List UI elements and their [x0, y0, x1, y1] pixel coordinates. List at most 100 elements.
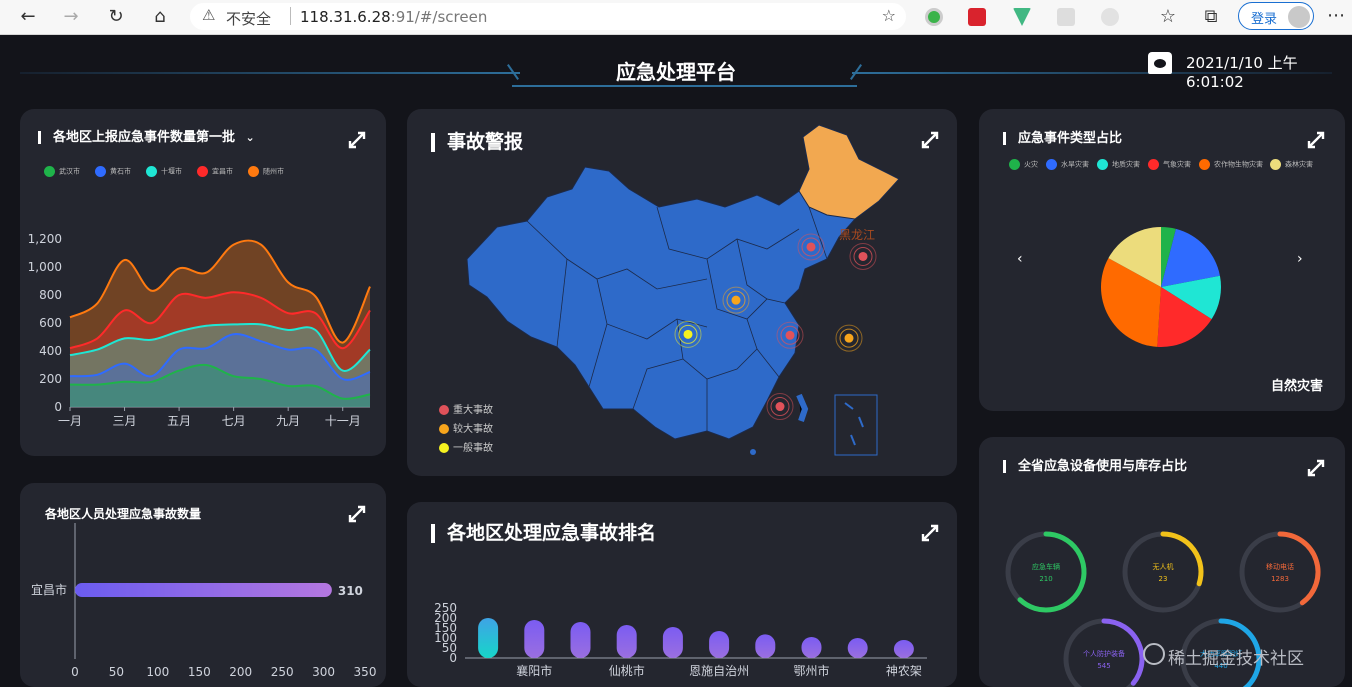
juejin-logo-icon	[1143, 643, 1165, 665]
alert-point	[858, 251, 868, 261]
login-button[interactable]: 登录	[1238, 2, 1314, 30]
address-bar[interactable]: ⚠ 不安全 118.31.6.28:91/#/screen ☆	[190, 3, 906, 30]
back-icon[interactable]: ←	[15, 5, 41, 29]
carousel-prev-icon[interactable]: ‹	[1017, 251, 1023, 267]
extension-gray-icon[interactable]	[1101, 8, 1119, 26]
extension-green-icon[interactable]	[925, 8, 943, 26]
x-tick-label: 350	[354, 665, 377, 679]
map-region-heilongjiang[interactable]	[798, 124, 900, 220]
legend-item[interactable]: 地质灾害	[1097, 159, 1140, 170]
more-menu-icon[interactable]: ⋯	[1327, 5, 1345, 26]
ring-value: 545	[1097, 662, 1110, 670]
ring-progress	[1160, 531, 1204, 587]
legend-item[interactable]: 一般事故	[439, 439, 493, 454]
chevron-down-icon[interactable]: ⌄	[246, 131, 255, 144]
legend-item[interactable]: 较大事故	[439, 420, 493, 435]
ring-label: 应急车辆	[1032, 562, 1060, 571]
panel-event-types: 应急事件类型占比 火灾 水旱灾害 地质灾害 气象灾害 农作物生物灾害 森林灾害 …	[979, 109, 1345, 411]
insecure-label: 不安全	[226, 10, 272, 28]
adblock-icon[interactable]	[968, 8, 986, 26]
taiwan	[796, 393, 809, 422]
x-tick-label: 九月	[276, 414, 300, 428]
carousel-next-icon[interactable]: ›	[1297, 251, 1303, 267]
ring-label: 无人机	[1153, 562, 1174, 571]
avatar	[1288, 6, 1310, 28]
panel-personnel-handling: 各地区人员处理应急事故数量 0 50 100 150 200 250 300 350 宜昌市 31…	[20, 483, 386, 687]
ring-label: 移动电话	[1266, 562, 1294, 571]
pie-caption: 自然灾害	[1271, 379, 1324, 394]
alert-point	[844, 333, 854, 343]
browser-toolbar: ← → ↻ ⌂ ⚠ 不安全 118.31.6.28:91/#/screen ☆ …	[0, 0, 1352, 35]
bar	[801, 637, 822, 658]
favorites-icon[interactable]: ☆	[1155, 5, 1181, 29]
area-chart: 0 200 400 600 800 1,000 1,200 一月 三月 五月 七月 九月 十一月	[28, 232, 371, 428]
panel-reported-events: 各地区上报应急事件数量第一批 ⌄ 武汉市 黄石市 十堰市 宜昌市 随州市 0 20…	[20, 109, 386, 456]
y-tick-label: 宜昌市	[31, 582, 67, 597]
legend-item[interactable]: 气象灾害	[1148, 159, 1191, 170]
legend-item[interactable]: 农作物生物灾害	[1199, 159, 1263, 170]
bar	[662, 627, 683, 658]
home-icon[interactable]: ⌂	[147, 5, 173, 29]
bookmark-star-icon[interactable]: ☆	[882, 6, 896, 25]
legend-item[interactable]: 随州市	[248, 166, 284, 177]
x-tick-label: 0	[71, 665, 79, 679]
data-label: 310	[338, 584, 363, 598]
vue-devtools-icon[interactable]	[1013, 8, 1031, 26]
bar	[570, 622, 591, 658]
y-tick-label: 800	[39, 288, 62, 302]
panel-accident-alert: 事故警报 黑龙江 重大事故 较大事故 一般事故	[407, 109, 957, 476]
x-tick-label: 一月	[58, 414, 82, 428]
ring-value: 23	[1159, 575, 1168, 583]
x-tick-label: 三月	[113, 414, 137, 428]
legend-item[interactable]: 森林灾害	[1270, 159, 1313, 170]
x-tick-label: 仙桃市	[609, 663, 645, 678]
bar	[524, 620, 545, 658]
expand-icon[interactable]	[348, 131, 366, 149]
alert-point	[731, 295, 741, 305]
extension-grid-icon[interactable]	[1057, 8, 1075, 26]
bar	[847, 638, 868, 658]
alert-point	[806, 242, 816, 252]
south-sea-inset	[834, 394, 878, 456]
ring-value: 210	[1039, 575, 1052, 583]
alert-point	[775, 402, 785, 412]
panel-title: 应急事件类型占比	[1003, 132, 1122, 145]
x-tick-label: 100	[146, 665, 169, 679]
x-tick-label: 鄂州市	[793, 663, 829, 678]
collections-icon[interactable]: ⧉	[1198, 5, 1224, 29]
legend-item[interactable]: 黄石市	[95, 166, 131, 177]
x-tick-label: 300	[312, 665, 335, 679]
x-tick-label: 150	[188, 665, 211, 679]
clock-icon	[1148, 52, 1172, 74]
panel-title: 各地区上报应急事件数量第一批 ⌄	[38, 131, 255, 144]
y-tick-label: 0	[54, 400, 62, 414]
legend-item[interactable]: 十堰市	[146, 166, 182, 177]
pie-chart	[1101, 227, 1221, 347]
legend-item[interactable]: 宜昌市	[197, 166, 233, 177]
horizontal-bar-chart: 0 50 100 150 200 250 300 350 宜昌市 310	[31, 523, 377, 679]
y-tick-label: 200	[39, 372, 62, 386]
x-tick-label: 襄阳市	[516, 663, 552, 678]
bar	[478, 618, 499, 658]
map-region-label: 黑龙江	[839, 228, 875, 242]
x-tick-label: 250	[271, 665, 294, 679]
alert-point	[785, 330, 795, 340]
legend-item[interactable]: 重大事故	[439, 401, 493, 416]
reload-icon[interactable]: ↻	[103, 5, 129, 29]
forward-icon[interactable]: →	[58, 5, 84, 29]
x-tick-label: 五月	[167, 414, 191, 428]
x-tick-label: 十一月	[325, 414, 361, 428]
legend-item[interactable]: 武汉市	[44, 166, 80, 177]
alert-point	[683, 329, 693, 339]
y-tick-label: 400	[39, 344, 62, 358]
y-tick-label: 600	[39, 316, 62, 330]
legend-item[interactable]: 火灾	[1009, 159, 1038, 170]
bar	[755, 634, 776, 658]
x-tick-label: 神农架	[886, 664, 922, 678]
y-tick-label: 1,000	[28, 260, 62, 274]
url-text[interactable]: 118.31.6.28:91/#/screen	[300, 8, 487, 26]
x-tick-label: 200	[229, 665, 252, 679]
expand-icon[interactable]	[1307, 131, 1325, 149]
bar	[616, 625, 637, 658]
legend-item[interactable]: 水旱灾害	[1046, 159, 1089, 170]
